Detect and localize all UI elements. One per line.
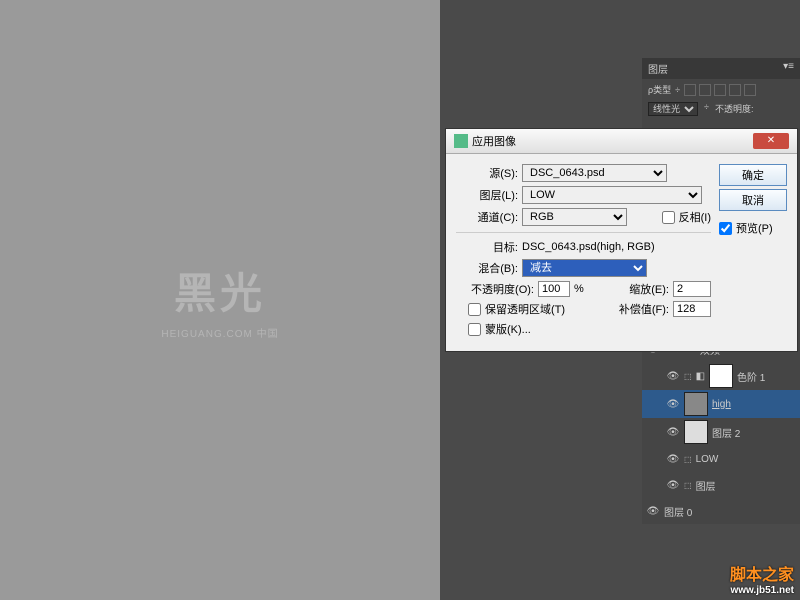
filter-text-icon[interactable] — [714, 84, 726, 96]
mask-checkbox[interactable] — [468, 323, 481, 336]
offset-label: 补偿值(F): — [619, 301, 669, 317]
layer-label: 图层(L): — [456, 187, 518, 203]
dialog-titlebar[interactable]: 应用图像 ✕ — [446, 129, 797, 154]
dialog-buttons: 确定 取消 预览(P) — [719, 164, 787, 341]
canvas-area: 黑光 HEIGUANG.COM 中国 — [0, 0, 440, 600]
preserve-label: 保留透明区域(T) — [485, 301, 565, 317]
invert-checkbox[interactable] — [662, 211, 675, 224]
layer-row[interactable]: 👁 图层 2 — [642, 418, 800, 446]
cancel-button[interactable]: 取消 — [719, 189, 787, 211]
source-select[interactable]: DSC_0643.psd — [522, 164, 667, 182]
apply-image-dialog: 应用图像 ✕ 源(S): DSC_0643.psd 图层(L): LOW 通道(… — [445, 128, 798, 352]
invert-label: 反相(I) — [679, 209, 711, 225]
filter-smart-icon[interactable] — [744, 84, 756, 96]
visibility-icon[interactable]: 👁 — [666, 478, 680, 492]
layers-panel-header: 图层 ▾≡ — [642, 58, 800, 79]
scale-label: 缩放(E): — [629, 281, 669, 297]
blend-mode-select[interactable]: 线性光 — [648, 102, 698, 116]
watermark-sub: HEIGUANG.COM 中国 — [161, 325, 278, 340]
scale-input[interactable] — [673, 281, 711, 297]
visibility-icon[interactable]: 👁 — [666, 369, 680, 383]
mask-label: 蒙版(K)... — [485, 321, 531, 337]
opacity-label: 不透明度: — [715, 102, 754, 116]
preserve-checkbox[interactable] — [468, 303, 481, 316]
layer-row[interactable]: 👁 ⬚ 图层 — [642, 472, 800, 498]
layer-mask-thumb — [709, 364, 733, 388]
layer-filter-row: ρ类型 ÷ — [642, 79, 800, 100]
layer-row-selected[interactable]: 👁 high — [642, 390, 800, 418]
source-label: 源(S): — [456, 165, 518, 181]
target-value: DSC_0643.psd(high, RGB) — [522, 241, 655, 253]
layer-row[interactable]: 👁 ⬚ ◧ 色阶 1 — [642, 362, 800, 390]
blend-select[interactable]: 减去 — [522, 259, 647, 277]
link-icon: ⬚ — [684, 481, 692, 490]
layer-name: 图层 2 — [712, 425, 740, 440]
preview-row[interactable]: 预览(P) — [719, 220, 787, 236]
link-icon: ⬚ — [684, 372, 692, 381]
layer-row[interactable]: 👁 ⬚ LOW — [642, 446, 800, 472]
panel-menu-icon[interactable]: ▾≡ — [783, 61, 794, 76]
visibility-icon[interactable]: 👁 — [666, 397, 680, 411]
filter-pixel-icon[interactable] — [684, 84, 696, 96]
offset-input[interactable] — [673, 301, 711, 317]
layer-name: high — [712, 399, 731, 410]
visibility-icon[interactable]: 👁 — [666, 425, 680, 439]
footer-watermark: 脚本之家 www.jb51.net — [730, 561, 794, 596]
blend-opacity-row: 线性光 ÷ 不透明度: — [642, 100, 800, 118]
pct-label: % — [574, 283, 584, 295]
filter-label: ρ类型 — [648, 83, 671, 96]
preview-checkbox[interactable] — [719, 222, 732, 235]
blend-label: 混合(B): — [456, 260, 518, 276]
layer-thumb — [684, 392, 708, 416]
channel-select[interactable]: RGB — [522, 208, 627, 226]
layers-title: 图层 — [648, 61, 668, 76]
ok-button[interactable]: 确定 — [719, 164, 787, 186]
layer-name: 图层 0 — [664, 504, 692, 519]
watermark: 黑光 HEIGUANG.COM 中国 — [161, 260, 278, 340]
close-icon[interactable]: ✕ — [753, 133, 789, 149]
dialog-fields: 源(S): DSC_0643.psd 图层(L): LOW 通道(C): RGB… — [456, 164, 711, 341]
opacity-input[interactable] — [538, 281, 570, 297]
channel-label: 通道(C): — [456, 209, 518, 225]
layer-thumb — [684, 420, 708, 444]
dialog-icon — [454, 134, 468, 148]
link-icon: ⬚ — [684, 455, 692, 464]
target-label: 目标: — [456, 239, 518, 255]
opacity-label: 不透明度(O): — [456, 281, 534, 297]
filter-shape-icon[interactable] — [729, 84, 741, 96]
layer-row[interactable]: 👁 图层 0 — [642, 498, 800, 524]
layer-name: 色阶 1 — [737, 369, 765, 384]
visibility-icon[interactable]: 👁 — [646, 504, 660, 518]
footer-brand: 脚本之家 — [730, 567, 794, 584]
footer-url: www.jb51.net — [730, 585, 794, 596]
filter-type-buttons[interactable] — [684, 84, 756, 96]
filter-adjust-icon[interactable] — [699, 84, 711, 96]
preview-label: 预览(P) — [736, 220, 773, 236]
layer-select[interactable]: LOW — [522, 186, 702, 204]
layer-name: 图层 — [696, 478, 716, 493]
dialog-title: 应用图像 — [472, 133, 753, 149]
watermark-main: 黑光 — [161, 260, 278, 321]
layer-name: LOW — [696, 454, 719, 465]
adjustment-icon: ◧ — [696, 371, 705, 382]
visibility-icon[interactable]: 👁 — [666, 452, 680, 466]
